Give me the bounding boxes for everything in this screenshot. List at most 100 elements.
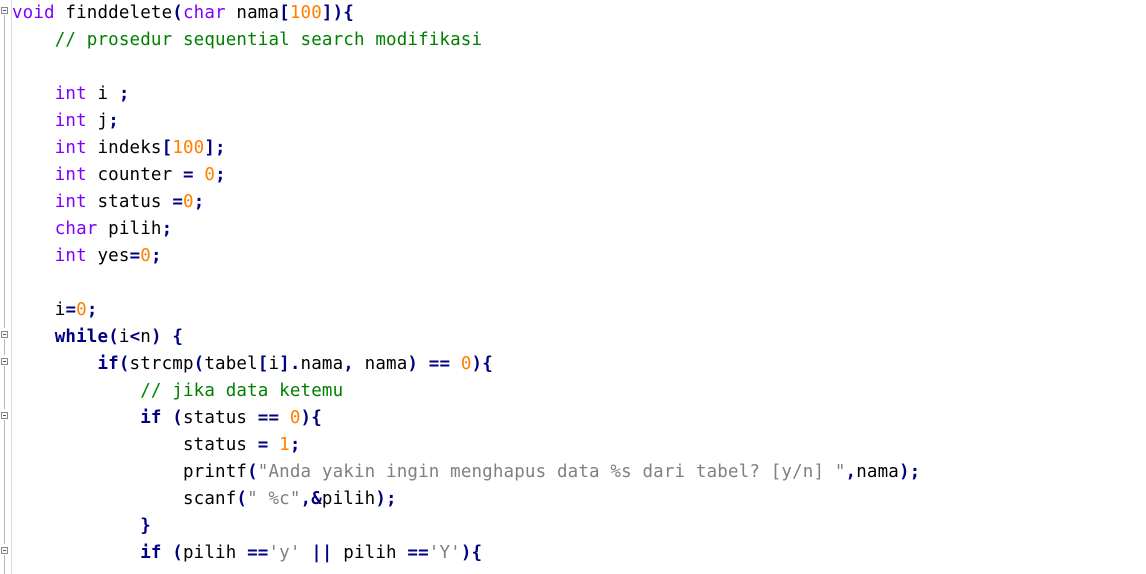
code-token: ); [898, 462, 921, 482]
code-line[interactable] [12, 270, 920, 297]
code-editor[interactable]: void finddelete(char nama[100]){ // pros… [0, 0, 1146, 574]
code-text[interactable]: void finddelete(char nama[100]){ // pros… [12, 0, 920, 567]
code-line[interactable]: printf("Anda yakin ingin menghapus data … [12, 459, 920, 486]
code-token: ; [161, 219, 173, 239]
code-token: == [247, 543, 269, 563]
code-token: ( [236, 489, 248, 509]
code-line[interactable]: if (status == 0){ [12, 405, 920, 432]
code-token: [ [279, 3, 290, 23]
code-token: // jika data ketemu [12, 381, 344, 401]
code-token: 0 [183, 192, 194, 212]
code-token: int [12, 246, 87, 266]
fold-toggle-icon[interactable] [1, 547, 8, 554]
code-token: = [257, 435, 269, 455]
code-token: ) [407, 354, 419, 374]
fold-toggle-icon[interactable] [1, 412, 8, 419]
code-token: ; [289, 435, 301, 455]
code-token: ]){ [321, 3, 354, 23]
code-token: status [86, 192, 173, 212]
code-token: void [12, 3, 55, 23]
code-token: 'y' [268, 543, 301, 563]
code-token: int [12, 138, 87, 158]
code-line[interactable]: int status =0; [12, 189, 920, 216]
code-line[interactable]: // prosedur sequential search modifikasi [12, 27, 920, 54]
code-token: = [65, 300, 77, 320]
code-token: ( [172, 3, 183, 23]
code-token: i [86, 84, 119, 104]
code-token: ( [172, 543, 183, 563]
code-token: [ [161, 138, 173, 158]
code-token: ; [108, 111, 119, 131]
code-token: == [428, 354, 451, 374]
code-token: i [118, 327, 130, 347]
code-token: 0 [289, 408, 301, 428]
code-token: while [12, 327, 109, 347]
code-token: , [845, 462, 857, 482]
code-token: pilih [332, 543, 408, 563]
code-token: 0 [204, 165, 216, 185]
code-token: 1 [279, 435, 290, 455]
code-line[interactable]: scanf(" %c",&pilih); [12, 486, 920, 513]
code-token: indeks [86, 138, 162, 158]
fold-line [4, 420, 5, 544]
code-token: || [311, 543, 333, 563]
code-token: 100 [172, 138, 205, 158]
code-token: == [257, 408, 280, 428]
code-token: // prosedur sequential search modifikasi [12, 30, 483, 50]
code-token: ( [193, 354, 205, 374]
code-line[interactable]: status = 1; [12, 432, 920, 459]
code-token: ){ [471, 354, 493, 374]
code-token: tabel [204, 354, 258, 374]
code-token: nama [300, 354, 344, 374]
fold-toggle-icon[interactable] [1, 7, 8, 14]
code-token: pilih [97, 219, 162, 239]
code-line[interactable]: // jika data ketemu [12, 378, 920, 405]
code-token: , [343, 354, 354, 374]
code-line[interactable]: i=0; [12, 297, 920, 324]
code-token: if [12, 543, 162, 563]
code-token: 0 [76, 300, 87, 320]
code-line[interactable]: if(strcmp(tabel[i].nama, nama) == 0){ [12, 351, 920, 378]
code-token: ) [150, 327, 162, 347]
code-token: 'Y' [428, 543, 461, 563]
code-line[interactable]: } [12, 513, 920, 540]
code-token: ( [172, 408, 183, 428]
code-line[interactable]: void finddelete(char nama[100]){ [12, 0, 920, 27]
fold-line [4, 555, 5, 574]
code-token: yes [86, 246, 130, 266]
code-token: = [183, 165, 194, 185]
code-line[interactable]: char pilih; [12, 216, 920, 243]
code-token: ); [375, 489, 397, 509]
code-line[interactable]: int yes=0; [12, 243, 920, 270]
fold-toggle-icon[interactable] [1, 331, 8, 338]
code-line[interactable]: int counter = 0; [12, 162, 920, 189]
fold-gutter [0, 0, 12, 574]
code-token: char [12, 219, 98, 239]
code-token: ( [108, 327, 119, 347]
code-line[interactable]: int indeks[100]; [12, 135, 920, 162]
code-token: n [140, 327, 151, 347]
code-token: 100 [289, 3, 322, 23]
code-token: = [129, 246, 141, 266]
code-token: int [12, 192, 87, 212]
code-line[interactable]: int i ; [12, 81, 920, 108]
code-line[interactable]: if (pilih =='y' || pilih =='Y'){ [12, 540, 920, 567]
code-token: = [172, 192, 183, 212]
code-token: { [172, 327, 183, 347]
fold-line [4, 15, 5, 328]
code-token: nama [225, 3, 280, 23]
code-line[interactable]: while(i<n) { [12, 324, 920, 351]
code-line[interactable]: int j; [12, 108, 920, 135]
fold-toggle-icon[interactable] [1, 358, 8, 365]
code-line[interactable] [12, 54, 920, 81]
code-token: counter [86, 165, 183, 185]
code-token: status [12, 435, 258, 455]
code-token: < [129, 327, 141, 347]
fold-line [4, 339, 5, 355]
